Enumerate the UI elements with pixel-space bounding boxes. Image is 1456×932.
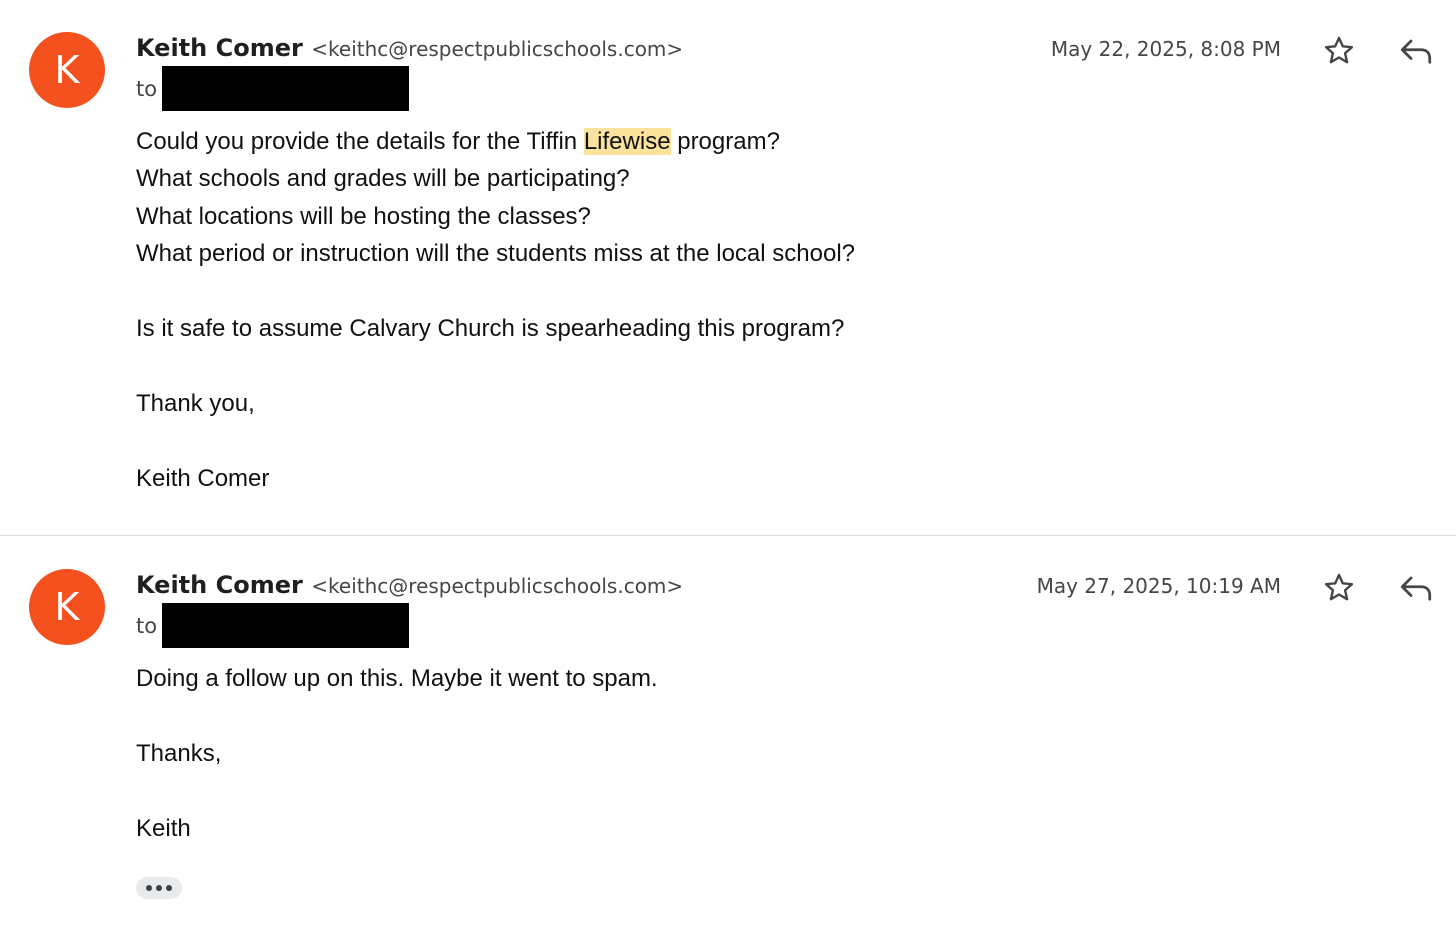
redacted-recipient (162, 66, 410, 111)
reply-button[interactable] (1396, 569, 1436, 607)
to-label: to (136, 76, 158, 101)
redacted-recipient (162, 603, 410, 648)
body-text-segment: Could you provide the details for the Ti… (136, 128, 584, 155)
signature-line: Keith (136, 814, 191, 842)
star-outline-icon (1324, 36, 1354, 64)
to-label: to (136, 613, 158, 638)
body-line: What locations will be hosting the class… (136, 202, 591, 230)
reply-icon (1400, 39, 1432, 64)
sender-name[interactable]: Keith Comer (136, 571, 303, 599)
recipient-line: to (136, 603, 410, 648)
body-text-segment: program? (670, 128, 780, 155)
more-horizontal-icon (144, 885, 174, 891)
closing-line: Thank you, (136, 389, 255, 417)
message-divider (0, 535, 1456, 536)
closing-line: Thanks, (136, 739, 222, 767)
reply-button[interactable] (1396, 32, 1436, 70)
message-date[interactable]: May 22, 2025, 8:08 PM (1051, 37, 1281, 61)
message-body: Doing a follow up on this. Maybe it went… (136, 660, 658, 847)
email-message-2: K Keith Comer <keithc@respectpublicschoo… (0, 537, 1456, 932)
sender-email: <keithc@respectpublicschools.com> (311, 574, 684, 598)
sender-email: <keithc@respectpublicschools.com> (311, 37, 684, 61)
sender-avatar[interactable]: K (29, 32, 105, 108)
message-date[interactable]: May 27, 2025, 10:19 AM (1037, 574, 1281, 598)
star-button[interactable] (1320, 32, 1358, 70)
sender-line: Keith Comer <keithc@respectpublicschools… (136, 571, 683, 599)
highlighted-search-term: Lifewise (583, 128, 671, 155)
body-line: Doing a follow up on this. Maybe it went… (136, 665, 658, 692)
body-line: What schools and grades will be particip… (136, 165, 630, 193)
signature-line: Keith Comer (136, 464, 270, 492)
show-trimmed-content-button[interactable] (136, 877, 182, 899)
sender-name[interactable]: Keith Comer (136, 34, 303, 62)
email-message-1: K Keith Comer <keithc@respectpublicschoo… (0, 0, 1456, 535)
star-outline-icon (1324, 573, 1354, 601)
sender-avatar[interactable]: K (29, 569, 105, 645)
message-body: Could you provide the details for the Ti… (136, 123, 855, 497)
reply-icon (1400, 576, 1432, 601)
body-line: Is it safe to assume Calvary Church is s… (136, 314, 845, 342)
recipient-line: to (136, 66, 410, 111)
sender-line: Keith Comer <keithc@respectpublicschools… (136, 34, 683, 62)
body-line: What period or instruction will the stud… (136, 240, 856, 268)
star-button[interactable] (1320, 569, 1358, 607)
body-line: Could you provide the details for the Ti… (136, 123, 855, 160)
